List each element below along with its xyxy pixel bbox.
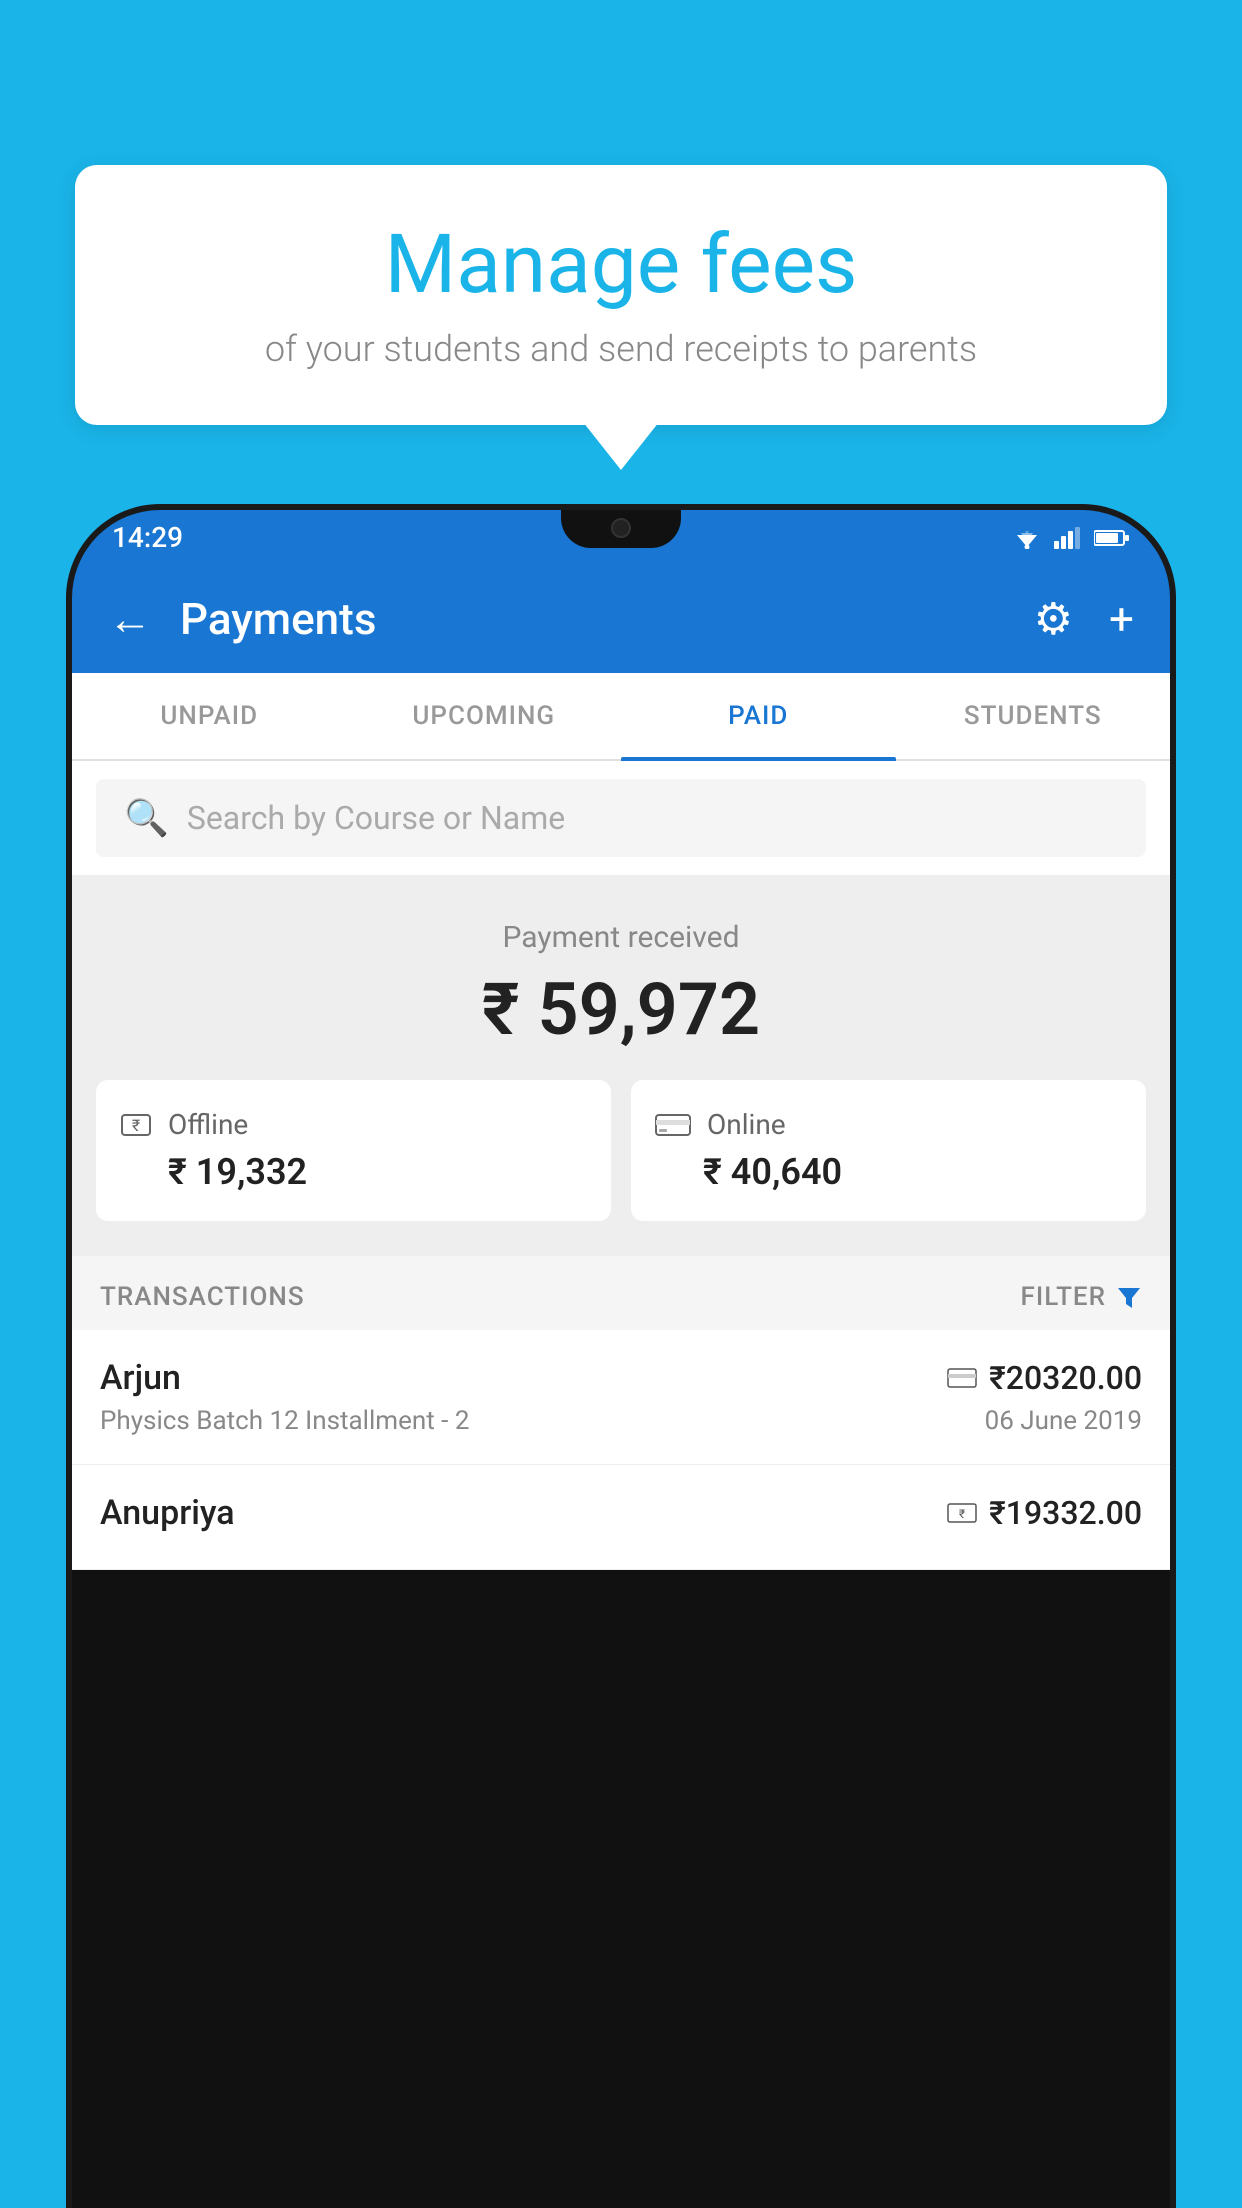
transaction-row-bottom: Physics Batch 12 Installment - 2 06 June… [100, 1406, 1142, 1436]
payment-received-label: Payment received [96, 920, 1146, 955]
tab-paid[interactable]: PAID [621, 673, 896, 759]
search-bar-container: 🔍 Search by Course or Name [72, 761, 1170, 875]
table-row[interactable]: Anupriya ₹ ₹19332.00 [72, 1465, 1170, 1570]
payment-total-amount: ₹ 59,972 [96, 967, 1146, 1052]
table-row[interactable]: Arjun ₹20320.00 Physics Batch 12 Install… [72, 1330, 1170, 1465]
battery-icon [1094, 528, 1130, 548]
transaction-row-top: Anupriya ₹ ₹19332.00 [100, 1493, 1142, 1533]
online-card-header: Online [655, 1108, 1122, 1141]
transactions-label: TRANSACTIONS [100, 1282, 305, 1312]
settings-button[interactable]: ⚙ [1034, 593, 1073, 645]
signal-icon [1054, 527, 1082, 549]
filter-label: FILTER [1021, 1282, 1106, 1312]
payment-type-icon [947, 1367, 977, 1389]
search-input[interactable]: Search by Course or Name [187, 799, 565, 837]
status-icons [1012, 527, 1130, 549]
wifi-icon [1012, 527, 1042, 549]
tab-unpaid[interactable]: UNPAID [72, 673, 347, 759]
payment-summary: Payment received ₹ 59,972 ₹ Offline ₹ 19… [72, 875, 1170, 1256]
svg-text:₹: ₹ [959, 1507, 965, 1521]
back-button[interactable]: ← [108, 593, 152, 645]
transaction-row-top: Arjun ₹20320.00 [100, 1358, 1142, 1398]
transaction-name: Arjun [100, 1358, 181, 1398]
online-card-amount: ₹ 40,640 [703, 1151, 1122, 1193]
status-time: 14:29 [112, 521, 183, 554]
phone-content: 🔍 Search by Course or Name Payment recei… [72, 761, 1170, 1570]
offline-card-header: ₹ Offline [120, 1108, 587, 1141]
online-payment-card: Online ₹ 40,640 [631, 1080, 1146, 1221]
filter-button[interactable]: FILTER [1021, 1282, 1142, 1312]
offline-card-amount: ₹ 19,332 [168, 1151, 587, 1193]
filter-icon [1116, 1284, 1142, 1310]
transaction-amount-wrapper: ₹ ₹19332.00 [947, 1494, 1142, 1532]
online-icon [655, 1111, 691, 1139]
bubble-title: Manage fees [135, 220, 1107, 310]
payment-cards: ₹ Offline ₹ 19,332 O [96, 1080, 1146, 1221]
offline-icon: ₹ [120, 1109, 152, 1141]
tab-students[interactable]: STUDENTS [896, 673, 1171, 759]
transaction-date: 06 June 2019 [985, 1406, 1142, 1436]
app-bar-actions: ⚙ + [1034, 593, 1134, 645]
payment-type-icon: ₹ [947, 1502, 977, 1524]
offline-card-type: Offline [168, 1108, 248, 1141]
search-bar[interactable]: 🔍 Search by Course or Name [96, 779, 1146, 857]
notch-camera [611, 518, 631, 538]
transaction-amount: ₹19332.00 [989, 1494, 1142, 1532]
transaction-list: Arjun ₹20320.00 Physics Batch 12 Install… [72, 1330, 1170, 1570]
app-bar: ← Payments ⚙ + [72, 565, 1170, 673]
transactions-header: TRANSACTIONS FILTER [72, 1256, 1170, 1330]
transaction-name: Anupriya [100, 1493, 235, 1533]
tab-upcoming[interactable]: UPCOMING [347, 673, 622, 759]
phone-frame: 14:29 ← Pa [72, 510, 1170, 2208]
add-button[interactable]: + [1109, 593, 1134, 645]
search-icon: 🔍 [124, 797, 169, 839]
svg-text:₹: ₹ [132, 1116, 140, 1135]
transaction-amount-wrapper: ₹20320.00 [947, 1359, 1142, 1397]
online-card-type: Online [707, 1108, 786, 1141]
tabs-bar: UNPAID UPCOMING PAID STUDENTS [72, 673, 1170, 761]
phone-notch [561, 510, 681, 548]
bubble-subtitle: of your students and send receipts to pa… [135, 328, 1107, 370]
transaction-course: Physics Batch 12 Installment - 2 [100, 1406, 469, 1436]
speech-bubble-card: Manage fees of your students and send re… [75, 165, 1167, 425]
page-title: Payments [180, 593, 1006, 645]
transaction-amount: ₹20320.00 [989, 1359, 1142, 1397]
offline-payment-card: ₹ Offline ₹ 19,332 [96, 1080, 611, 1221]
